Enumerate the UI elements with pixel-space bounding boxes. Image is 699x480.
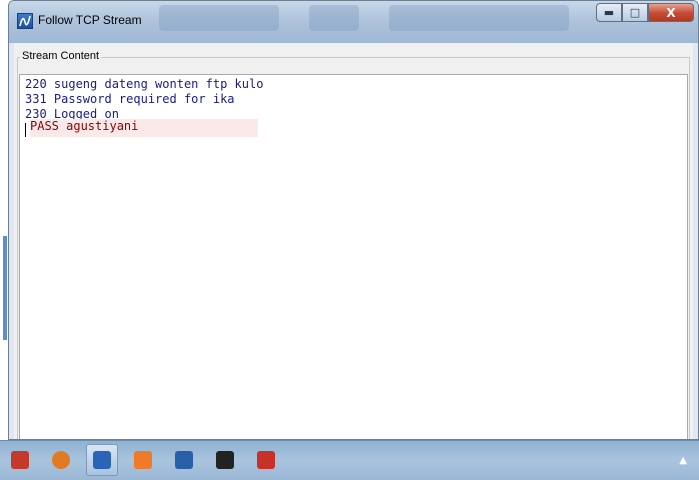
background-window-accent — [3, 236, 7, 340]
window-client-area: Stream Content 220 sugeng dateng wonten … — [14, 43, 693, 439]
maximize-icon: □ — [629, 6, 641, 19]
title-bar-blurred-content — [309, 5, 359, 31]
word-icon — [175, 451, 193, 469]
filezilla-icon — [257, 451, 275, 469]
client-command-line: PASS agustiyani — [30, 119, 259, 137]
stream-content-textarea[interactable]: 220 sugeng dateng wonten ftp kuloUSER ik… — [19, 74, 688, 439]
minimize-button[interactable]: ▬ — [596, 3, 622, 22]
xampp-icon — [134, 451, 152, 469]
title-bar-blurred-content — [389, 5, 569, 31]
minimize-icon: ▬ — [603, 6, 615, 19]
close-button[interactable]: X — [648, 3, 694, 22]
taskbar: ▲ — [0, 440, 699, 480]
taskbar-button-cmd[interactable] — [209, 444, 241, 476]
taskbar-button-wireshark[interactable] — [86, 444, 118, 476]
server-response-line: 331 Password required for ika — [25, 92, 235, 106]
show-hidden-icons-arrow[interactable]: ▲ — [679, 455, 687, 466]
server-response-line: 220 sugeng dateng wonten ftp kulo — [25, 77, 264, 91]
window-title: Follow TCP Stream — [38, 13, 142, 27]
wireshark-icon — [93, 451, 111, 469]
taskbar-button-word[interactable] — [168, 444, 200, 476]
stream-lines: 220 sugeng dateng wonten ftp kuloUSER ik… — [25, 77, 263, 137]
close-icon: X — [666, 5, 676, 20]
caption-buttons: ▬ □ X — [596, 3, 694, 23]
follow-tcp-stream-window: Follow TCP Stream ▬ □ X Stream Content 2… — [8, 0, 699, 440]
group-label: Stream Content — [20, 50, 102, 62]
background-window-edge — [0, 0, 8, 440]
red-app-icon — [11, 451, 29, 469]
cmd-icon — [216, 451, 234, 469]
taskbar-button-firefox[interactable] — [45, 444, 77, 476]
taskbar-button-xampp[interactable] — [127, 444, 159, 476]
text-caret — [25, 123, 26, 137]
taskbar-button-filezilla[interactable] — [250, 444, 282, 476]
taskbar-button-red-app[interactable] — [4, 444, 36, 476]
title-bar-blurred-content — [159, 5, 279, 31]
title-bar[interactable]: Follow TCP Stream ▬ □ X — [9, 1, 698, 43]
maximize-button[interactable]: □ — [622, 3, 648, 22]
firefox-icon — [52, 451, 70, 469]
wireshark-app-icon[interactable] — [17, 13, 33, 29]
